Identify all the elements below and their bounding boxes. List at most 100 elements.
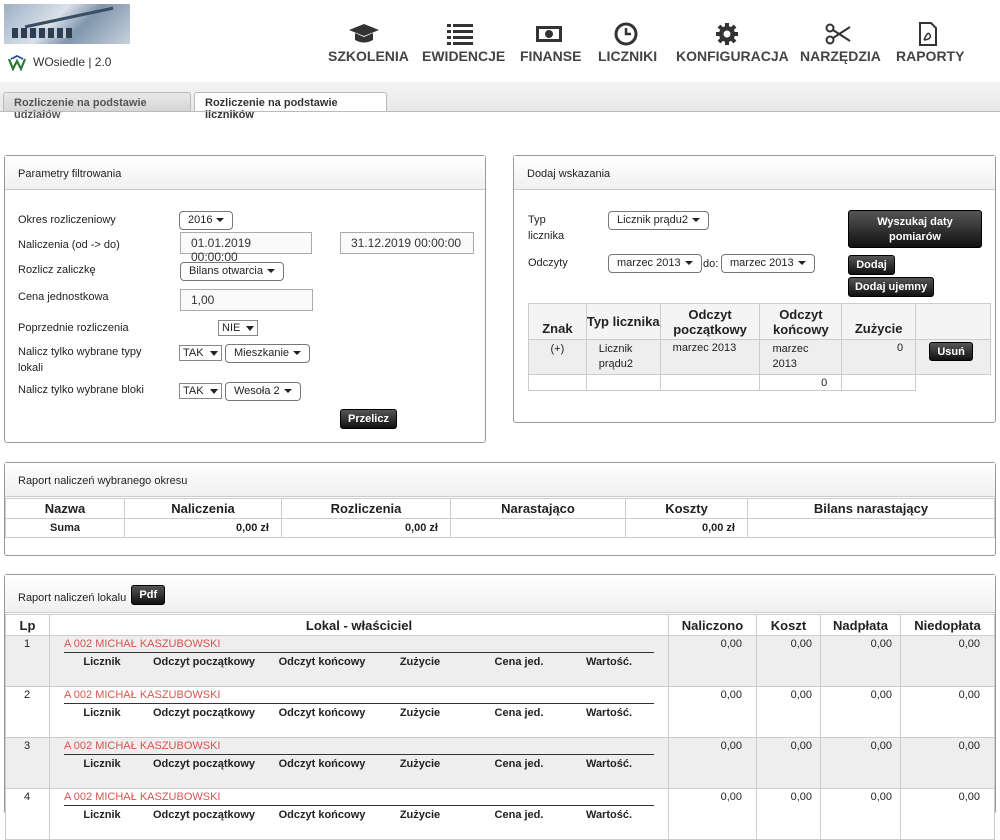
delete-reading-button[interactable]: Usuń	[929, 342, 974, 361]
nav-finanse[interactable]: FINANSE	[520, 22, 581, 72]
sub-col-header: Wartość.	[585, 758, 633, 770]
nav-liczniki[interactable]: LICZNIKI	[598, 22, 658, 72]
period-label: Okres rozliczeniowy	[18, 214, 116, 226]
recalculate-button[interactable]: Przelicz	[340, 409, 397, 429]
row-underpay: 0,00	[900, 737, 995, 789]
unit-owner-link[interactable]: A 002 MICHAŁ KASZUBOWSKI	[64, 689, 654, 704]
caret-down-icon	[266, 269, 275, 274]
filter-panel-title: Parametry filtrowania	[5, 156, 485, 190]
readings-label: Odczyty	[528, 257, 568, 269]
row-underpay: 0,00	[900, 686, 995, 738]
blocks-dropdown[interactable]: Wesoła 2	[225, 382, 301, 401]
list-icon	[447, 24, 473, 45]
unit-price-input[interactable]: 1,00	[180, 289, 313, 311]
blocks-flag-value: TAK	[183, 385, 204, 397]
nav-narzedzia[interactable]: NARZĘDZIA	[800, 22, 881, 72]
sub-col-header: Zużycie	[399, 809, 441, 821]
types-flag-value: TAK	[183, 347, 204, 359]
row-lp: 1	[5, 635, 50, 687]
sub-col-header: Odczyt początkowy	[152, 707, 256, 719]
previous-label: Poprzednie rozliczenia	[18, 322, 129, 334]
pdf-button[interactable]: Pdf	[131, 585, 166, 605]
row-charged: 0,00	[668, 737, 757, 789]
advance-dropdown[interactable]: Bilans otwarcia	[180, 262, 284, 281]
unit-report-title: Raport naliczeń lokalu	[18, 592, 127, 604]
period-dropdown[interactable]: 2016	[179, 211, 234, 230]
caret-down-icon	[691, 218, 700, 223]
row-overpay: 0,00	[820, 635, 901, 687]
clock-icon	[614, 22, 638, 46]
pdf-file-icon	[919, 22, 937, 46]
types-dropdown[interactable]: Mieszkanie	[225, 344, 311, 363]
types-flag-select[interactable]: TAK	[179, 345, 222, 361]
sub-col-header: Cena jed.	[494, 809, 544, 821]
sum-settlements: 0,00 zł	[281, 518, 451, 538]
col-start: Odczyt początkowy	[659, 303, 761, 340]
unit-owner-link[interactable]: A 002 MICHAŁ KASZUBOWSKI	[64, 791, 654, 806]
row-overpay: 0,00	[820, 686, 901, 738]
col-type: Typ licznika	[585, 303, 661, 340]
unit-owner-link[interactable]: A 002 MICHAŁ KASZUBOWSKI	[64, 740, 654, 755]
row-charged: 0,00	[668, 635, 757, 687]
row-underpay: 0,00	[900, 788, 995, 840]
reading-end: marzec 2013	[759, 339, 843, 375]
col-cost: Koszt	[756, 614, 821, 636]
types-label-2: lokali	[18, 362, 44, 374]
row-overpay: 0,00	[820, 737, 901, 789]
sub-col-header: Wartość.	[585, 809, 633, 821]
row-cost: 0,00	[756, 635, 821, 687]
nav-label: SZKOLENIA	[328, 48, 409, 64]
search-dates-button[interactable]: Wyszukaj daty pomiarów	[848, 210, 982, 248]
sum-balance	[747, 518, 995, 538]
search-dates-label: Wyszukaj daty	[877, 216, 953, 228]
meter-type-label: Typ	[528, 214, 546, 226]
caret-down-icon	[293, 351, 302, 356]
col-overpay: Nadpłata	[820, 614, 901, 636]
nav-raporty[interactable]: RAPORTY	[896, 22, 964, 72]
caret-down-icon	[246, 325, 255, 331]
meter-type-dropdown[interactable]: Licznik prądu2	[608, 211, 709, 230]
row-cost: 0,00	[756, 686, 821, 738]
charges-from-input[interactable]: 01.01.2019 00:00:00	[180, 232, 312, 264]
col-settlements: Rozliczenia	[281, 498, 451, 519]
reading-to-dropdown[interactable]: marzec 2013	[721, 254, 815, 273]
add-button[interactable]: Dodaj	[848, 255, 895, 275]
sub-col-header: Licznik	[83, 656, 121, 668]
row-lp: 3	[5, 737, 50, 789]
caret-down-icon	[209, 388, 218, 394]
charges-to-input[interactable]: 31.12.2019 00:00:00	[340, 232, 474, 254]
row-charged: 0,00	[668, 686, 757, 738]
sum-name: Suma	[5, 518, 125, 538]
col-name: Nazwa	[5, 498, 125, 519]
sub-table: Licznik Odczyt początkowy Odczyt końcowy Zu…	[64, 653, 644, 672]
blocks-flag-select[interactable]: TAK	[179, 383, 222, 399]
reading-to-value: marzec 2013	[730, 257, 794, 269]
tab-meters[interactable]: Rozliczenie na podstawie liczników	[194, 92, 387, 121]
readings-panel: Dodaj wskazania Typ licznika Licznik prą…	[513, 155, 996, 423]
nav-konfiguracja[interactable]: KONFIGURACJA	[676, 22, 789, 72]
unit-owner-link[interactable]: A 002 MICHAŁ KASZUBOWSKI	[64, 638, 654, 653]
sub-col-header: Odczyt początkowy	[152, 809, 256, 821]
wosiedle-logo-icon	[8, 55, 26, 71]
col-balance: Bilans narastający	[747, 498, 995, 519]
add-negative-button[interactable]: Dodaj ujemny	[848, 277, 934, 297]
previous-select[interactable]: NIE	[218, 320, 259, 336]
period-report-title: Raport naliczeń wybranego okresu	[5, 463, 995, 497]
nav-label: LICZNIKI	[598, 48, 658, 64]
charges-label: Naliczenia (od -> do)	[18, 239, 120, 251]
sum-cumulative	[450, 518, 626, 538]
tab-shares[interactable]: Rozliczenie na podstawie udziałów	[3, 92, 191, 121]
period-value: 2016	[188, 214, 213, 226]
meter-type-value: Licznik prądu2	[617, 214, 688, 226]
sum-charges: 0,00 zł	[124, 518, 282, 538]
search-dates-label-2: pomiarów	[889, 231, 941, 243]
scissors-icon	[825, 23, 851, 45]
nav-ewidencje[interactable]: EWIDENCJE	[422, 22, 505, 72]
reading-from-dropdown[interactable]: marzec 2013	[608, 254, 702, 273]
sub-col-header: Cena jed.	[494, 758, 544, 770]
reading-row: (+) Licznik prądu2 marzec 2013 marzec 20…	[528, 339, 991, 375]
col-underpay: Niedopłata	[900, 614, 995, 636]
nav-szkolenia[interactable]: SZKOLENIA	[328, 22, 409, 72]
sub-table: Licznik Odczyt początkowy Odczyt końcowy Zu…	[64, 704, 644, 723]
col-charges: Naliczenia	[124, 498, 282, 519]
